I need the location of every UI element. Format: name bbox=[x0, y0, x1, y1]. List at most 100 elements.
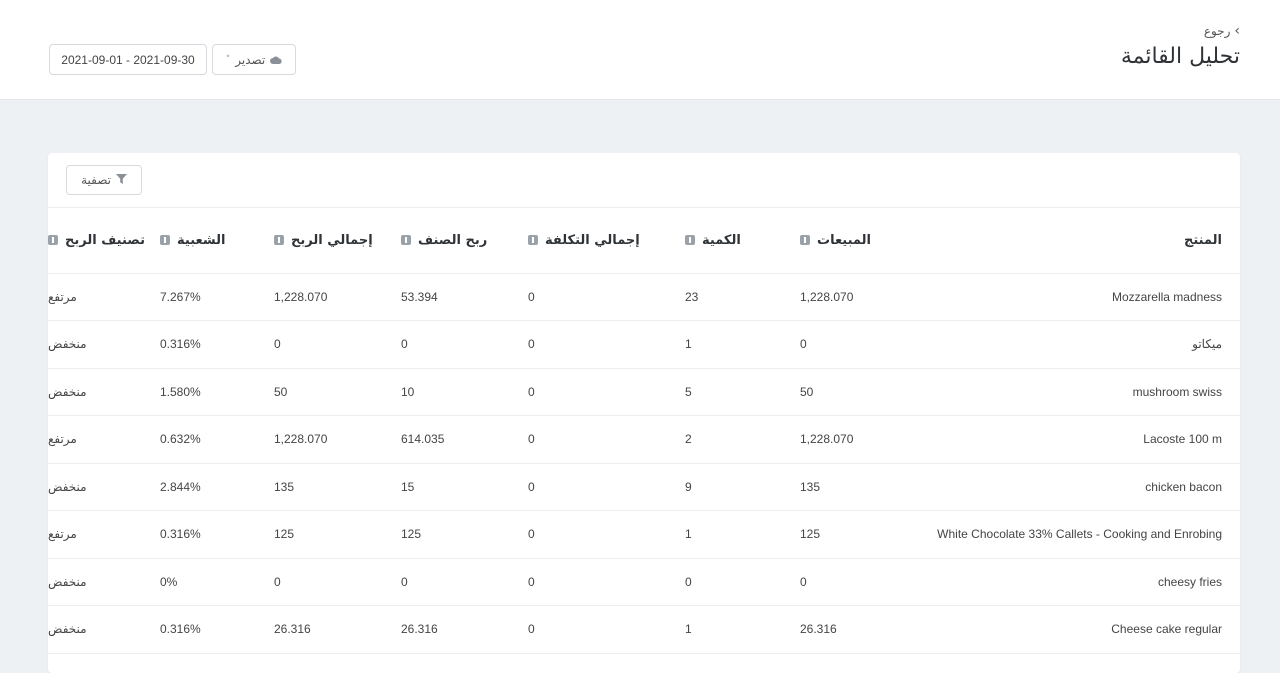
info-icon[interactable] bbox=[274, 235, 284, 246]
cell-quantity: 1 bbox=[685, 510, 800, 559]
cell-popularity: 0.316% bbox=[160, 605, 274, 654]
cell-product: chicken bacon bbox=[920, 463, 1240, 511]
table-row[interactable]: Mozzarella madness 1,228.070 23 0 53.394… bbox=[48, 273, 1240, 321]
cell-popularity: 2.844% bbox=[160, 463, 274, 511]
cell-profit-class: منخفض bbox=[48, 320, 160, 369]
info-icon[interactable] bbox=[685, 235, 695, 246]
cell-quantity: 9 bbox=[685, 463, 800, 511]
cell-product: White Chocolate 33% Callets - Cooking an… bbox=[920, 510, 1240, 559]
column-header-product[interactable]: المنتج bbox=[920, 208, 1240, 274]
cell-popularity: 0.632% bbox=[160, 415, 274, 464]
cell-total-cost: 0 bbox=[528, 558, 685, 606]
filter-button[interactable]: تصفية bbox=[66, 165, 142, 195]
table-row[interactable]: cheesy fries 0 0 0 0 0 0% منخفض bbox=[48, 558, 1240, 606]
cell-profit-class: منخفض bbox=[48, 368, 160, 416]
cell-profit-class: منخفض bbox=[48, 463, 160, 511]
cell-product: Mozzarella madness bbox=[920, 273, 1240, 321]
back-link[interactable]: › رجوع bbox=[1204, 24, 1240, 38]
cell-item-profit: 10 bbox=[401, 368, 528, 416]
column-header-popularity[interactable]: الشعبية bbox=[160, 208, 274, 274]
column-header-quantity[interactable]: الكمية bbox=[685, 208, 800, 274]
info-icon[interactable] bbox=[800, 235, 810, 246]
column-header-profit-class[interactable]: تصنيف الربح bbox=[48, 208, 160, 274]
export-button[interactable]: تصدير ˅ bbox=[212, 44, 296, 75]
cell-product: cheesy fries bbox=[920, 558, 1240, 606]
cell-popularity: 1.580% bbox=[160, 368, 274, 416]
cell-popularity: 7.267% bbox=[160, 273, 274, 321]
cell-profit-class: منخفض bbox=[48, 605, 160, 654]
cell-total-profit: 125 bbox=[274, 510, 401, 559]
info-icon[interactable] bbox=[160, 235, 170, 246]
cell-product: Lacoste 100 m bbox=[920, 415, 1240, 464]
cell-sales: 26.316 bbox=[800, 605, 920, 654]
cell-quantity: 23 bbox=[685, 273, 800, 321]
chevron-down-icon: ˅ bbox=[225, 54, 231, 65]
cell-profit-class: مرتفع bbox=[48, 510, 160, 559]
table-row[interactable]: chicken bacon 135 9 0 15 135 2.844% منخف… bbox=[48, 463, 1240, 511]
table-row[interactable]: ميكاتو 0 1 0 0 0 0.316% منخفض bbox=[48, 320, 1240, 369]
cell-quantity: 1 bbox=[685, 320, 800, 369]
cell-sales: 0 bbox=[800, 558, 920, 606]
cell-total-cost: 0 bbox=[528, 605, 685, 654]
report-card: تصفية المنتج المبيعات الكمية إجمالي التك… bbox=[48, 153, 1240, 673]
info-icon[interactable] bbox=[48, 235, 58, 246]
cell-item-profit: 125 bbox=[401, 510, 528, 559]
table-header-row: المنتج المبيعات الكمية إجمالي التكلفة رب… bbox=[48, 208, 1240, 274]
cell-total-profit: 0 bbox=[274, 558, 401, 606]
cell-item-profit: 0 bbox=[401, 558, 528, 606]
cell-total-profit: 50 bbox=[274, 368, 401, 416]
cell-product: Cheese cake regular bbox=[920, 605, 1240, 654]
cell-product: ميكاتو bbox=[920, 320, 1240, 369]
cell-profit-class: منخفض bbox=[48, 558, 160, 606]
back-label: رجوع bbox=[1203, 24, 1231, 38]
export-label: تصدير bbox=[235, 52, 266, 67]
cell-sales: 0 bbox=[800, 320, 920, 369]
cell-profit-class: مرتفع bbox=[48, 415, 160, 464]
column-header-total-profit[interactable]: إجمالي الربح bbox=[274, 208, 401, 274]
cell-popularity: 0.316% bbox=[160, 510, 274, 559]
cell-total-cost: 0 bbox=[528, 510, 685, 559]
cell-total-profit: 135 bbox=[274, 463, 401, 511]
table-row[interactable]: Cheese cake regular 26.316 1 0 26.316 26… bbox=[48, 605, 1240, 654]
cell-sales: 1,228.070 bbox=[800, 273, 920, 321]
cloud-icon bbox=[270, 56, 282, 64]
column-header-item-profit[interactable]: ربح الصنف bbox=[401, 208, 528, 274]
column-header-sales[interactable]: المبيعات bbox=[800, 208, 920, 274]
cell-popularity: 0.316% bbox=[160, 320, 274, 369]
cell-sales: 135 bbox=[800, 463, 920, 511]
cell-sales: 1,228.070 bbox=[800, 415, 920, 464]
cell-item-profit: 614.035 bbox=[401, 415, 528, 464]
cell-profit-class: مرتفع bbox=[48, 273, 160, 321]
column-header-total-cost[interactable]: إجمالي التكلفة bbox=[528, 208, 685, 274]
cell-sales: 50 bbox=[800, 368, 920, 416]
chevron-right-icon: › bbox=[1234, 23, 1240, 39]
cell-total-cost: 0 bbox=[528, 368, 685, 416]
cell-quantity: 2 bbox=[685, 415, 800, 464]
date-range-picker[interactable]: 2021-09-01 - 2021-09-30 bbox=[49, 44, 207, 75]
table-row[interactable]: Lacoste 100 m 1,228.070 2 0 614.035 1,22… bbox=[48, 415, 1240, 464]
filter-label: تصفية bbox=[81, 173, 111, 187]
cell-total-profit: 1,228.070 bbox=[274, 415, 401, 464]
table-row[interactable]: White Chocolate 33% Callets - Cooking an… bbox=[48, 510, 1240, 559]
cell-total-cost: 0 bbox=[528, 463, 685, 511]
page-header: › رجوع تحليل القائمة 2021-09-01 - 2021-0… bbox=[0, 0, 1280, 100]
cell-total-cost: 0 bbox=[528, 320, 685, 369]
cell-quantity: 5 bbox=[685, 368, 800, 416]
cell-total-profit: 0 bbox=[274, 320, 401, 369]
cell-quantity: 0 bbox=[685, 558, 800, 606]
card-toolbar: تصفية bbox=[48, 153, 1240, 208]
cell-popularity: 0% bbox=[160, 558, 274, 606]
cell-product: mushroom swiss bbox=[920, 368, 1240, 416]
cell-quantity: 1 bbox=[685, 605, 800, 654]
cell-total-cost: 0 bbox=[528, 273, 685, 321]
menu-analysis-table: المنتج المبيعات الكمية إجمالي التكلفة رب… bbox=[48, 208, 1240, 654]
cell-sales: 125 bbox=[800, 510, 920, 559]
info-icon[interactable] bbox=[528, 235, 538, 246]
cell-total-cost: 0 bbox=[528, 415, 685, 464]
cell-total-profit: 26.316 bbox=[274, 605, 401, 654]
page-title: تحليل القائمة bbox=[1120, 44, 1240, 69]
info-icon[interactable] bbox=[401, 235, 411, 246]
cell-item-profit: 0 bbox=[401, 320, 528, 369]
cell-item-profit: 26.316 bbox=[401, 605, 528, 654]
table-row[interactable]: mushroom swiss 50 5 0 10 50 1.580% منخفض bbox=[48, 368, 1240, 416]
